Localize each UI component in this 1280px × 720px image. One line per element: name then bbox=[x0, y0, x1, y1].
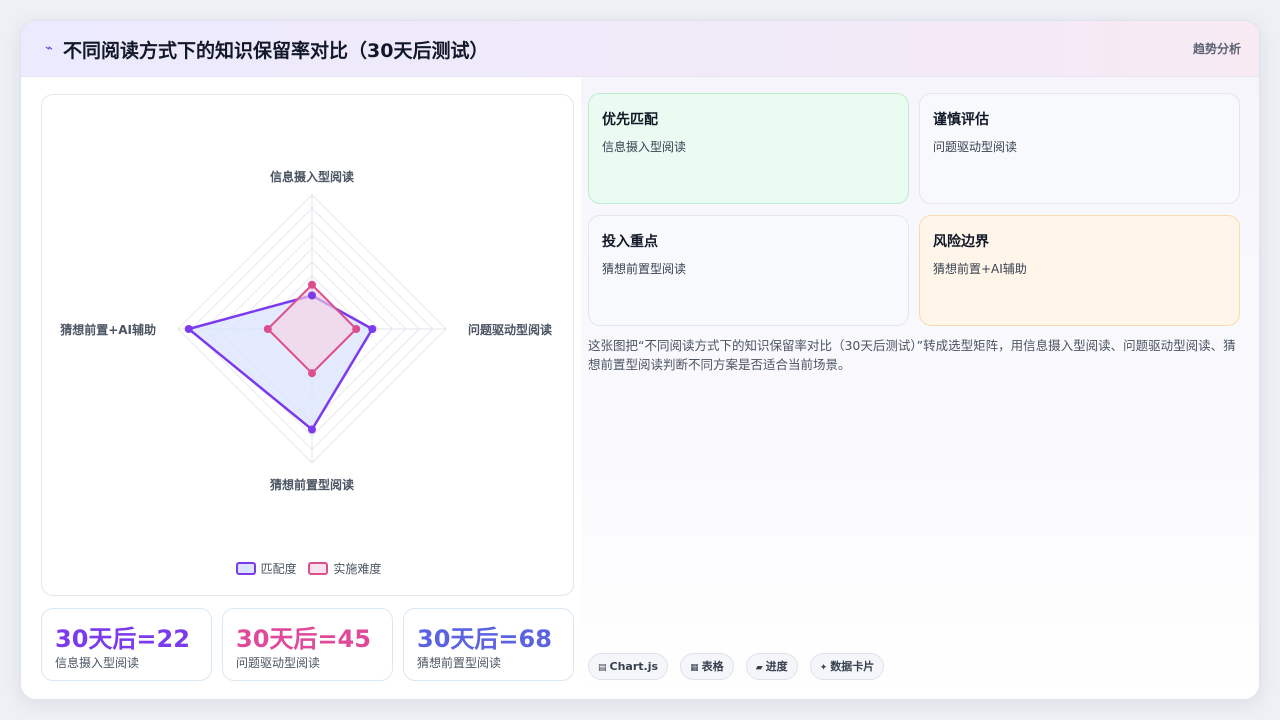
quadrant-title: 投入重点 bbox=[602, 234, 658, 250]
quadrant-value: 信息摄入型阅读 bbox=[602, 140, 687, 154]
radar-chart: 信息摄入型阅读问题驱动型阅读猜想前置型阅读 猜想前置+AI辅助 bbox=[59, 169, 552, 492]
data-point-difficulty bbox=[308, 369, 316, 378]
chip-label: 表格 bbox=[701, 660, 724, 673]
table-icon: ▦ bbox=[690, 663, 699, 673]
data-point-difficulty bbox=[308, 280, 316, 289]
quadrant-careful-eval: 谨慎评估 问题驱动型阅读 bbox=[919, 93, 1240, 204]
chart-legend: 匹配度 实施难度 bbox=[42, 560, 575, 578]
legend-label-match: 匹配度 bbox=[260, 562, 297, 576]
legend-swatch-match bbox=[235, 562, 256, 575]
quadrant-value: 问题驱动型阅读 bbox=[933, 140, 1018, 154]
header: ⌁ 不同阅读方式下的知识保留率对比（30天后测试） 趋势分析 bbox=[21, 21, 1259, 77]
dashboard-card: ⌁ 不同阅读方式下的知识保留率对比（30天后测试） 趋势分析 信息摄入型阅读问题… bbox=[20, 20, 1260, 700]
sparkle-icon: ✦ bbox=[819, 663, 828, 673]
legend-swatch-difficulty bbox=[308, 562, 329, 575]
axis-label: 猜想前置+AI辅助 bbox=[59, 322, 156, 337]
axis-label: 信息摄入型阅读 bbox=[270, 169, 354, 184]
chip-table[interactable]: ▦ 表格 bbox=[680, 653, 734, 680]
chip-label: 数据卡片 bbox=[830, 660, 875, 673]
quadrant-value: 猜想前置+AI辅助 bbox=[933, 262, 1027, 276]
legend-item-difficulty[interactable]: 实施难度 bbox=[308, 560, 381, 577]
quadrant-priority-match: 优先匹配 信息摄入型阅读 bbox=[588, 93, 909, 204]
stat-label-2: 问题驱动型阅读 bbox=[236, 656, 321, 670]
legend-item-match[interactable]: 匹配度 bbox=[235, 560, 297, 577]
stat-label-3: 猜想前置型阅读 bbox=[417, 656, 502, 670]
data-point-match bbox=[308, 291, 316, 300]
radar-chart-panel: 信息摄入型阅读问题驱动型阅读猜想前置型阅读 猜想前置+AI辅助 匹配度 实施难度 bbox=[41, 94, 574, 596]
quadrant-value: 猜想前置型阅读 bbox=[602, 262, 687, 276]
axis-label: 问题驱动型阅读 bbox=[468, 322, 552, 337]
stat-value-2: 30天后=45 bbox=[236, 625, 371, 653]
analysis-tag[interactable]: 趋势分析 bbox=[1193, 40, 1241, 57]
tech-chips: ▤ Chart.js ▦ 表格 ▰ 进度 ✦ 数据卡片 bbox=[588, 653, 891, 681]
legend-label-difficulty: 实施难度 bbox=[333, 562, 382, 576]
data-point-difficulty bbox=[263, 325, 272, 333]
page-title: 不同阅读方式下的知识保留率对比（30天后测试） bbox=[63, 40, 489, 62]
stat-card-1: 30天后=22 信息摄入型阅读 bbox=[41, 608, 212, 681]
stat-card-3: 30天后=68 猜想前置型阅读 bbox=[403, 608, 574, 681]
stat-card-2: 30天后=45 问题驱动型阅读 bbox=[222, 608, 393, 681]
axis-label: 猜想前置型阅读 bbox=[269, 477, 354, 492]
chip-progress[interactable]: ▰ 进度 bbox=[745, 653, 798, 680]
chip-label: Chart.js bbox=[609, 660, 659, 673]
chip-label: 进度 bbox=[765, 660, 788, 673]
chip-chartjs[interactable]: ▤ Chart.js bbox=[588, 653, 669, 680]
stat-label-1: 信息摄入型阅读 bbox=[55, 656, 140, 670]
quadrant-title: 谨慎评估 bbox=[933, 112, 989, 128]
trend-line-icon: ⌁ bbox=[45, 41, 53, 56]
stat-value-3: 30天后=68 bbox=[417, 625, 552, 653]
quadrant-title: 风险边界 bbox=[933, 234, 989, 250]
chart-description: 这张图把“不同阅读方式下的知识保留率对比（30天后测试）”转成选型矩阵，用信息摄… bbox=[588, 338, 1236, 372]
chart-icon: ▤ bbox=[598, 663, 607, 673]
data-point-match bbox=[368, 325, 377, 333]
data-point-match bbox=[308, 425, 316, 434]
data-point-match bbox=[184, 325, 193, 333]
quadrant-risk-boundary: 风险边界 猜想前置+AI辅助 bbox=[919, 215, 1240, 326]
quadrant-title: 优先匹配 bbox=[602, 112, 658, 128]
data-point-difficulty bbox=[352, 325, 361, 333]
chip-data-card[interactable]: ✦ 数据卡片 bbox=[809, 653, 885, 680]
progress-icon: ▰ bbox=[755, 663, 763, 673]
quadrant-investment-focus: 投入重点 猜想前置型阅读 bbox=[588, 215, 909, 326]
stat-value-1: 30天后=22 bbox=[55, 625, 190, 653]
